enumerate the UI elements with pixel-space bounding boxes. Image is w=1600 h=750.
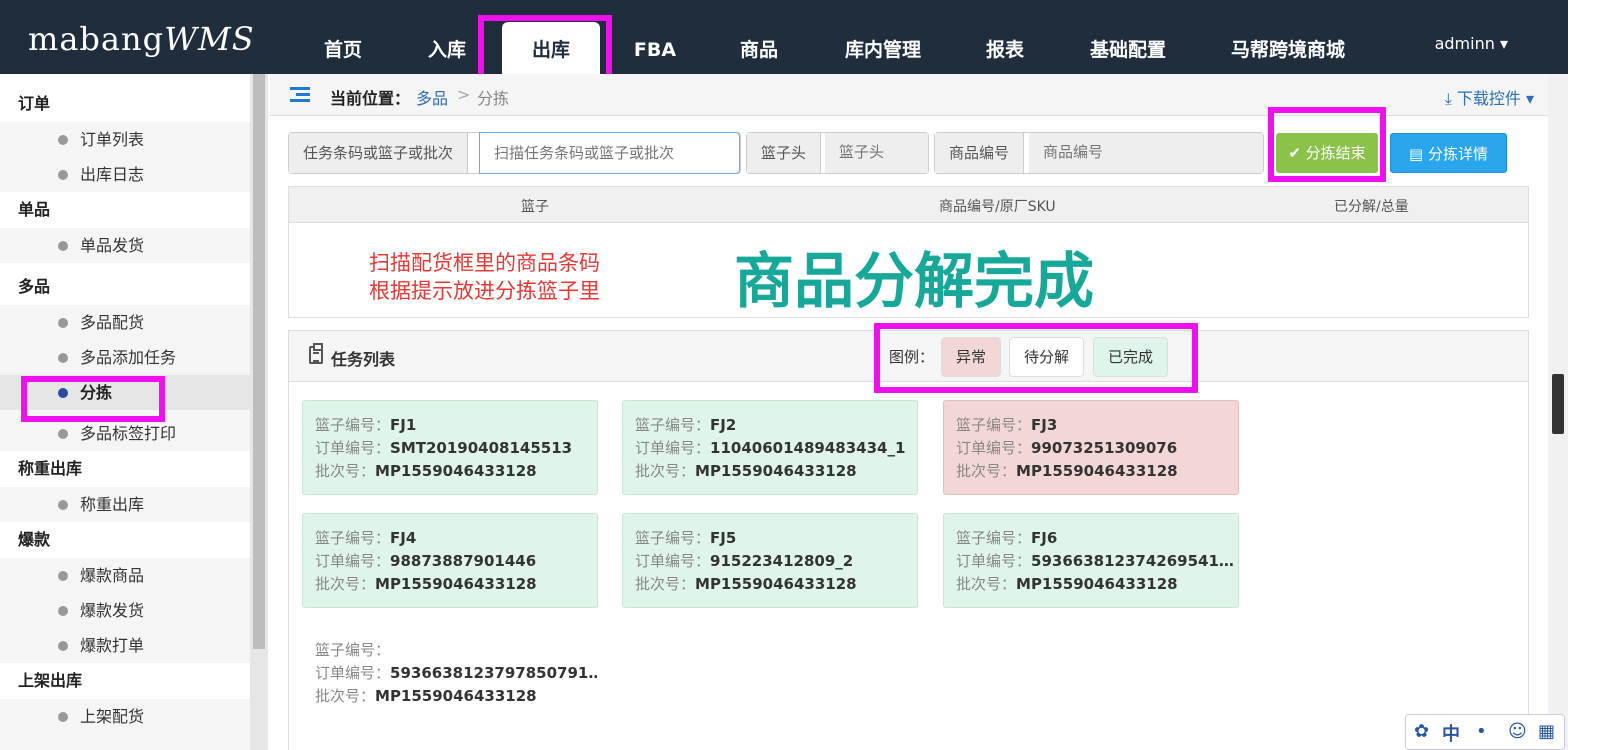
user-menu[interactable]: adminn ▾ [1435,34,1508,53]
task-barcode-input[interactable] [479,132,740,174]
sidebar-group-weigh: 称重出库 [0,451,250,487]
scan-hint: 扫描配货框里的商品条码 根据提示放进分拣篮子里 [369,251,600,303]
sidebar-item-weigh-out[interactable]: 称重出库 [0,487,250,522]
sidebar-item-multi-pick[interactable]: 多品配货 [0,305,250,340]
task-card[interactable]: 篮子编号：FJ6 订单编号：593663812374269541… 批次号：MP… [943,513,1239,608]
sidebar-item-shelf-pick[interactable]: 上架配货 [0,699,250,734]
sidebar-group-single: 单品 [0,192,250,228]
sidebar-item-multi-label-print[interactable]: 多品标签打印 [0,416,250,451]
grid-icon: ▦ [1538,721,1556,742]
basket-head-group: 篮子头 [746,132,929,174]
download-icon: ⤓ [1444,89,1452,108]
bullet-icon [58,571,68,581]
nav-fba[interactable]: FBA [612,22,698,74]
breadcrumb-link-multi[interactable]: 多品 [416,85,448,109]
sidebar-item-sorting[interactable]: 分拣 [0,375,250,410]
task-barcode-label: 任务条码或篮子或批次 [289,133,469,173]
col-sku: 商品编号/原厂SKU [939,199,1056,215]
bullet-icon [58,429,68,439]
clipboard-icon: ▤ [1409,145,1424,163]
sidebar-item-hot-products[interactable]: 爆款商品 [0,558,250,593]
task-card[interactable]: 篮子编号：FJ4 订单编号：98873887901446 批次号：MP15590… [302,513,598,608]
download-plugin-link[interactable]: ⤓ 下载控件 ▾ [1445,85,1534,109]
bullet-icon [58,135,68,145]
sku-label: 商品编号 [935,133,1025,173]
done-message: 商品分解完成 [734,247,1094,317]
bullet-icon [58,712,68,722]
bullet-icon [58,388,68,398]
bullet-icon [58,241,68,251]
nav-mall[interactable]: 马帮跨境商城 [1220,22,1356,74]
basket-head-input[interactable] [825,133,928,173]
bullet-icon [58,500,68,510]
sidebar-group-multi: 多品 [0,269,250,305]
page-scrollbar[interactable] [1548,74,1568,750]
nav-inbound[interactable]: 入库 [404,22,490,74]
bullet-icon [58,170,68,180]
sorting-result-table: 篮子 商品编号/原厂SKU 已分解/总量 扫描配货框里的商品条码 根据提示放进分… [288,186,1529,318]
sku-input[interactable] [1029,133,1263,173]
sidebar-item-hot-print[interactable]: 爆款打单 [0,628,250,663]
breadcrumb-label: 当前位置： [330,89,411,108]
caret-down-icon: ▾ [1525,89,1534,108]
sorting-detail-button[interactable]: ▤ 分拣详情 [1390,133,1507,173]
task-card[interactable]: 篮子编号：FJ1 订单编号：SMT20190408145513 批次号：MP15… [302,400,598,495]
finish-sorting-button[interactable]: ✔ 分拣结束 [1276,133,1378,173]
ime-mode[interactable]: 中 [1442,720,1460,746]
legend-label: 图例： [889,348,935,366]
app-logo[interactable]: mabangWMS [28,20,255,58]
sidebar-item-outbound-log[interactable]: 出库日志 [0,157,250,192]
task-list-title: 任务列表 [331,350,396,369]
nav-home[interactable]: 首页 [300,22,386,74]
page-scroll-thumb[interactable] [1552,374,1564,434]
task-card[interactable]: 篮子编号： 订单编号：5936638123797850791… 批次号：MP15… [302,625,598,720]
col-basket: 篮子 [521,199,549,215]
user-icon: ☺ [1508,721,1527,742]
breadcrumb: 当前位置： 多品 > 分拣 ⤓ 下载控件 ▾ [270,74,1548,116]
sidebar-item-multi-add-task[interactable]: 多品添加任务 [0,340,250,375]
sidebar-item-hot-ship[interactable]: 爆款发货 [0,593,250,628]
col-progress: 已分解/总量 [1334,199,1409,215]
breadcrumb-current: 分拣 [477,89,510,108]
legend-done: 已完成 [1093,337,1169,377]
breadcrumb-separator: > [457,85,471,104]
sidebar-scroll-thumb[interactable] [253,74,265,649]
basket-head-label: 篮子头 [747,133,822,173]
nav-warehouse[interactable]: 库内管理 [828,22,938,74]
menu-toggle-icon[interactable] [290,87,310,103]
caret-down-icon: ▾ [1499,34,1508,53]
sidebar-group-orders: 订单 [0,86,250,122]
punctuation-icon: • [1476,721,1487,742]
task-card[interactable]: 篮子编号：FJ3 订单编号：99073251309076 批次号：MP15590… [943,400,1239,495]
task-card[interactable]: 篮子编号：FJ5 订单编号：915223412809_2 批次号：MP15590… [622,513,918,608]
legend-pending: 待分解 [1009,337,1085,377]
sidebar: 订单 订单列表 出库日志 单品 单品发货 多品 多品配货 多品添加任务 分拣 多… [0,74,250,750]
table-header: 篮子 商品编号/原厂SKU 已分解/总量 [289,187,1528,223]
sidebar-scrollbar[interactable] [250,74,268,750]
sidebar-item-order-list[interactable]: 订单列表 [0,122,250,157]
clipboard-icon [309,343,323,364]
nav-products[interactable]: 商品 [716,22,802,74]
bullet-icon [58,353,68,363]
sidebar-group-shelf: 上架出库 [0,663,250,699]
bullet-icon [58,318,68,328]
sku-group: 商品编号 [934,132,1264,174]
sidebar-group-hot: 爆款 [0,522,250,558]
top-navbar: mabangWMS 首页 入库 出库 FBA 商品 库内管理 报表 基础配置 马… [0,0,1568,74]
sidebar-item-single-ship[interactable]: 单品发货 [0,228,250,263]
bullet-icon [58,606,68,616]
legend-error: 异常 [941,337,1002,377]
nav-reports[interactable]: 报表 [962,22,1048,74]
task-barcode-group: 任务条码或篮子或批次 [288,132,741,174]
nav-outbound[interactable]: 出库 [502,22,600,74]
task-list-header: 任务列表 图例： 异常 待分解 已完成 [289,331,1528,382]
nav-config[interactable]: 基础配置 [1070,22,1186,74]
task-card[interactable]: 篮子编号：FJ2 订单编号：11040601489483434_1 批次号：MP… [622,400,918,495]
ime-toolbar[interactable]: ✿ 中 • ☺ ▦ [1405,714,1565,750]
bullet-icon [58,641,68,651]
paw-icon: ✿ [1414,721,1430,742]
check-icon: ✔ [1288,144,1301,162]
